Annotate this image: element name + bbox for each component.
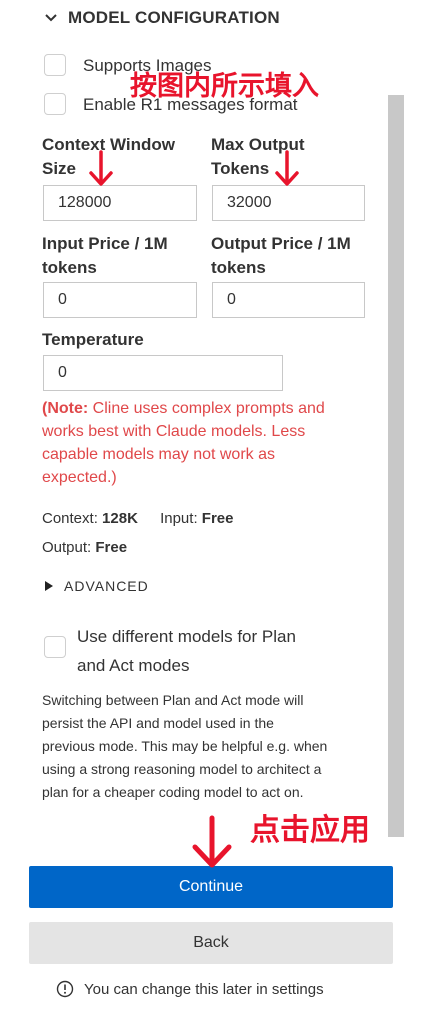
- output-price-label: Output Price / 1M tokens: [211, 234, 351, 277]
- red-arrow-down-icon: [275, 150, 299, 186]
- settings-hint: You can change this later in settings: [56, 980, 324, 998]
- input-value: Free: [201, 510, 234, 527]
- plan-act-models-label: Use different models for Plan and Act mo…: [77, 627, 296, 675]
- advanced-label: ADVANCED: [64, 578, 149, 594]
- note-prefix: (Note:: [42, 400, 89, 417]
- input-price-input[interactable]: [43, 282, 197, 318]
- advanced-toggle[interactable]: ADVANCED: [44, 578, 149, 594]
- chevron-down-icon: [45, 14, 57, 22]
- output-price-input[interactable]: [212, 282, 365, 318]
- continue-button[interactable]: Continue: [29, 866, 393, 908]
- context-window-input[interactable]: [43, 185, 197, 221]
- plan-act-description: Switching between Plan and Act mode will…: [42, 692, 328, 800]
- input-price-label: Input Price / 1M tokens: [42, 234, 168, 277]
- info-circle-icon: [56, 980, 74, 998]
- plan-act-models-checkbox[interactable]: [44, 636, 66, 658]
- output-value: Free: [95, 539, 128, 556]
- triangle-right-icon: [45, 581, 53, 591]
- pricing-summary: Context: 128K Input: Free: [42, 510, 234, 527]
- section-title: MODEL CONFIGURATION: [68, 8, 280, 27]
- red-arrow-down-icon: [89, 150, 113, 186]
- section-header-model-configuration[interactable]: MODEL CONFIGURATION: [44, 8, 280, 28]
- scrollbar-thumb[interactable]: [388, 95, 404, 837]
- annotation-click-apply: 点击应用: [250, 813, 370, 848]
- context-value: 128K: [102, 510, 138, 527]
- red-arrow-down-icon: [192, 815, 232, 868]
- max-output-tokens-input[interactable]: [212, 185, 365, 221]
- model-warning-note: (Note: Cline uses complex prompts and wo…: [42, 400, 325, 486]
- annotation-fill-in: 按图内所示填入: [130, 71, 319, 102]
- back-button[interactable]: Back: [29, 922, 393, 964]
- enable-r1-checkbox[interactable]: [44, 93, 66, 115]
- temperature-input[interactable]: [43, 355, 283, 391]
- supports-images-checkbox[interactable]: [44, 54, 66, 76]
- temperature-label: Temperature: [42, 330, 144, 349]
- settings-hint-text: You can change this later in settings: [84, 980, 324, 998]
- output-summary: Output: Free: [42, 539, 128, 556]
